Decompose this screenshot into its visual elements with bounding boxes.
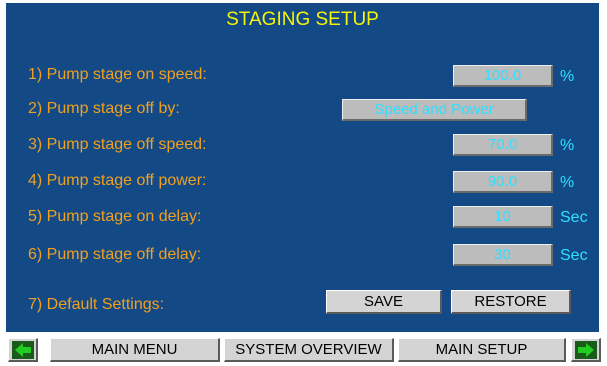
pump-stage-on-speed-label: 1) Pump stage on speed: [28, 66, 207, 83]
pump-stage-off-speed-label: 3) Pump stage off speed: [28, 136, 207, 153]
system-overview-button[interactable]: SYSTEM OVERVIEW [224, 338, 394, 362]
page-title: STAGING SETUP [226, 9, 379, 30]
pump-stage-off-delay-field[interactable]: 30 [453, 244, 553, 266]
forward-nav-button[interactable] [571, 338, 601, 362]
pump-stage-off-speed-unit: % [560, 137, 575, 154]
pump-stage-on-speed-unit: % [560, 68, 575, 85]
hmi-screen: STAGING SETUP 1) Pump stage on speed: 10… [0, 0, 607, 366]
main-setup-button[interactable]: MAIN SETUP [398, 338, 566, 362]
save-button[interactable]: SAVE [326, 290, 442, 314]
arrow-left-icon [12, 341, 34, 359]
pump-stage-off-speed-field[interactable]: 70.0 [453, 134, 553, 156]
pump-stage-off-power-label: 4) Pump stage off power: [28, 172, 207, 189]
arrow-right-icon [575, 341, 597, 359]
pump-stage-off-power-field[interactable]: 90.0 [453, 171, 553, 193]
pump-stage-off-delay-label: 6) Pump stage off delay: [28, 246, 202, 263]
staging-setup-panel: STAGING SETUP 1) Pump stage on speed: 10… [6, 3, 599, 332]
pump-stage-off-by-field[interactable]: Speed and Power [342, 99, 527, 121]
restore-button[interactable]: RESTORE [451, 290, 571, 314]
back-nav-button[interactable] [8, 338, 38, 362]
pump-stage-on-speed-field[interactable]: 100.0 [453, 65, 553, 87]
pump-stage-off-power-unit: % [560, 174, 575, 191]
pump-stage-on-delay-field[interactable]: 10 [453, 206, 553, 228]
pump-stage-off-delay-unit: Sec [560, 247, 588, 264]
pump-stage-on-delay-label: 5) Pump stage on delay: [28, 208, 202, 225]
main-menu-button[interactable]: MAIN MENU [50, 338, 220, 362]
pump-stage-off-by-label: 2) Pump stage off by: [28, 100, 180, 117]
pump-stage-on-delay-unit: Sec [560, 209, 588, 226]
default-settings-label: 7) Default Settings: [28, 296, 165, 313]
